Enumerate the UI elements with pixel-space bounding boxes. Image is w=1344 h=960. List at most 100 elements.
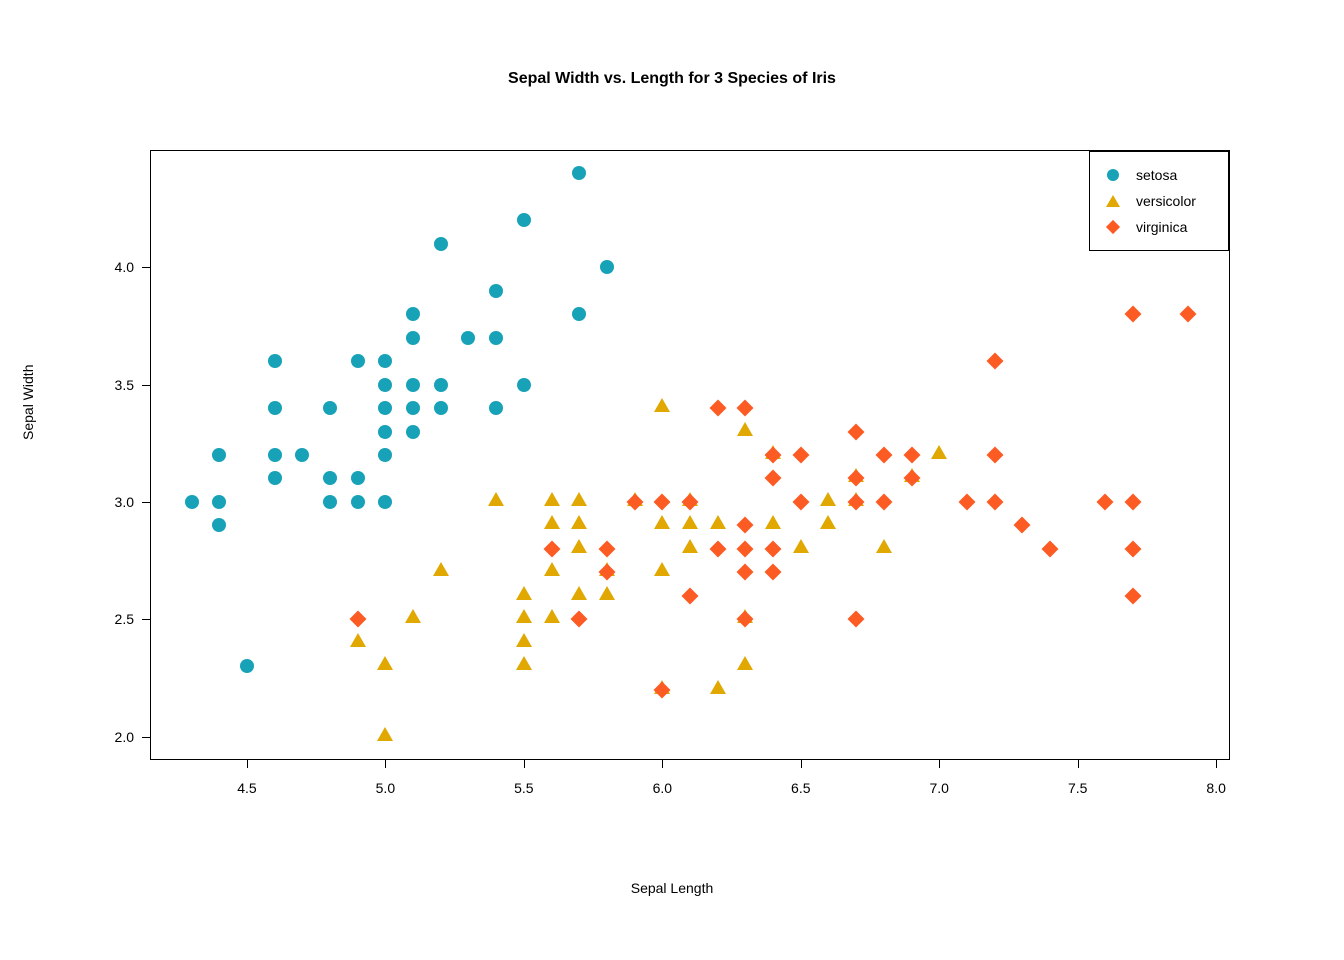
data-point-versicolor (350, 633, 366, 647)
data-point-setosa (517, 378, 531, 392)
x-axis-label: Sepal Length (0, 880, 1344, 896)
x-tick-label: 7.5 (1058, 780, 1098, 796)
data-point-versicolor (599, 586, 615, 600)
x-tick-label: 8.0 (1196, 780, 1236, 796)
data-point-versicolor (820, 492, 836, 506)
y-tick (142, 737, 150, 738)
legend: setosa versicolor virginica (1089, 151, 1229, 251)
data-point-versicolor (377, 656, 393, 670)
data-point-versicolor (876, 539, 892, 553)
legend-label: versicolor (1136, 193, 1196, 209)
y-tick (142, 385, 150, 386)
data-point-versicolor (682, 515, 698, 529)
data-point-setosa (268, 354, 282, 368)
legend-label: virginica (1136, 219, 1187, 235)
data-point-setosa (572, 166, 586, 180)
x-tick (1078, 760, 1079, 768)
data-point-versicolor (710, 515, 726, 529)
x-tick-label: 6.5 (781, 780, 821, 796)
legend-item-setosa: setosa (1102, 162, 1214, 188)
y-tick-label: 3.0 (100, 494, 134, 510)
y-tick-label: 4.0 (100, 259, 134, 275)
plot-area (150, 150, 1230, 760)
data-point-versicolor (571, 539, 587, 553)
circle-icon (1102, 169, 1124, 181)
data-point-setosa (572, 307, 586, 321)
data-point-versicolor (544, 609, 560, 623)
y-tick (142, 619, 150, 620)
data-point-setosa (378, 354, 392, 368)
data-point-setosa (351, 495, 365, 509)
data-point-setosa (323, 401, 337, 415)
data-point-versicolor (654, 562, 670, 576)
data-point-versicolor (488, 492, 504, 506)
data-point-versicolor (544, 492, 560, 506)
data-point-versicolor (737, 422, 753, 436)
y-tick (142, 502, 150, 503)
data-point-setosa (378, 495, 392, 509)
legend-label: setosa (1136, 167, 1177, 183)
data-point-setosa (268, 471, 282, 485)
data-point-setosa (295, 448, 309, 462)
data-point-setosa (268, 401, 282, 415)
data-point-versicolor (654, 398, 670, 412)
x-tick-label: 6.0 (642, 780, 682, 796)
data-point-setosa (434, 237, 448, 251)
data-point-versicolor (765, 515, 781, 529)
legend-item-virginica: virginica (1102, 214, 1214, 240)
data-point-setosa (434, 378, 448, 392)
y-tick (142, 267, 150, 268)
data-point-versicolor (516, 633, 532, 647)
data-point-setosa (212, 448, 226, 462)
data-point-setosa (434, 401, 448, 415)
data-point-setosa (461, 331, 475, 345)
x-tick-label: 5.5 (504, 780, 544, 796)
data-point-setosa (323, 471, 337, 485)
x-tick (385, 760, 386, 768)
x-tick-label: 4.5 (227, 780, 267, 796)
data-point-versicolor (793, 539, 809, 553)
chart-title: Sepal Width vs. Length for 3 Species of … (0, 70, 1344, 88)
data-point-versicolor (571, 586, 587, 600)
data-point-versicolor (737, 656, 753, 670)
data-point-setosa (517, 213, 531, 227)
data-point-setosa (600, 260, 614, 274)
triangle-icon (1102, 195, 1124, 207)
y-tick-label: 2.5 (100, 611, 134, 627)
data-point-versicolor (931, 445, 947, 459)
data-point-setosa (406, 378, 420, 392)
x-tick (1216, 760, 1217, 768)
data-point-setosa (406, 401, 420, 415)
x-tick (939, 760, 940, 768)
data-point-versicolor (377, 727, 393, 741)
data-point-setosa (378, 378, 392, 392)
data-point-setosa (406, 307, 420, 321)
x-tick-label: 5.0 (365, 780, 405, 796)
data-point-versicolor (516, 656, 532, 670)
y-axis-label: Sepal Width (20, 365, 36, 440)
data-point-setosa (212, 495, 226, 509)
x-tick (801, 760, 802, 768)
data-point-setosa (212, 518, 226, 532)
x-tick (524, 760, 525, 768)
data-point-setosa (351, 471, 365, 485)
data-point-setosa (323, 495, 337, 509)
data-point-setosa (489, 284, 503, 298)
data-point-versicolor (405, 609, 421, 623)
data-point-versicolor (544, 515, 560, 529)
y-tick-label: 3.5 (100, 377, 134, 393)
data-point-setosa (268, 448, 282, 462)
chart-page: Sepal Width vs. Length for 3 Species of … (0, 0, 1344, 960)
x-tick-label: 7.0 (919, 780, 959, 796)
diamond-icon (1102, 222, 1124, 232)
data-point-setosa (185, 495, 199, 509)
data-point-setosa (406, 425, 420, 439)
x-tick (662, 760, 663, 768)
data-point-setosa (378, 448, 392, 462)
data-point-setosa (378, 425, 392, 439)
data-point-setosa (406, 331, 420, 345)
data-point-versicolor (654, 515, 670, 529)
data-point-setosa (378, 401, 392, 415)
data-point-setosa (489, 401, 503, 415)
x-tick (247, 760, 248, 768)
